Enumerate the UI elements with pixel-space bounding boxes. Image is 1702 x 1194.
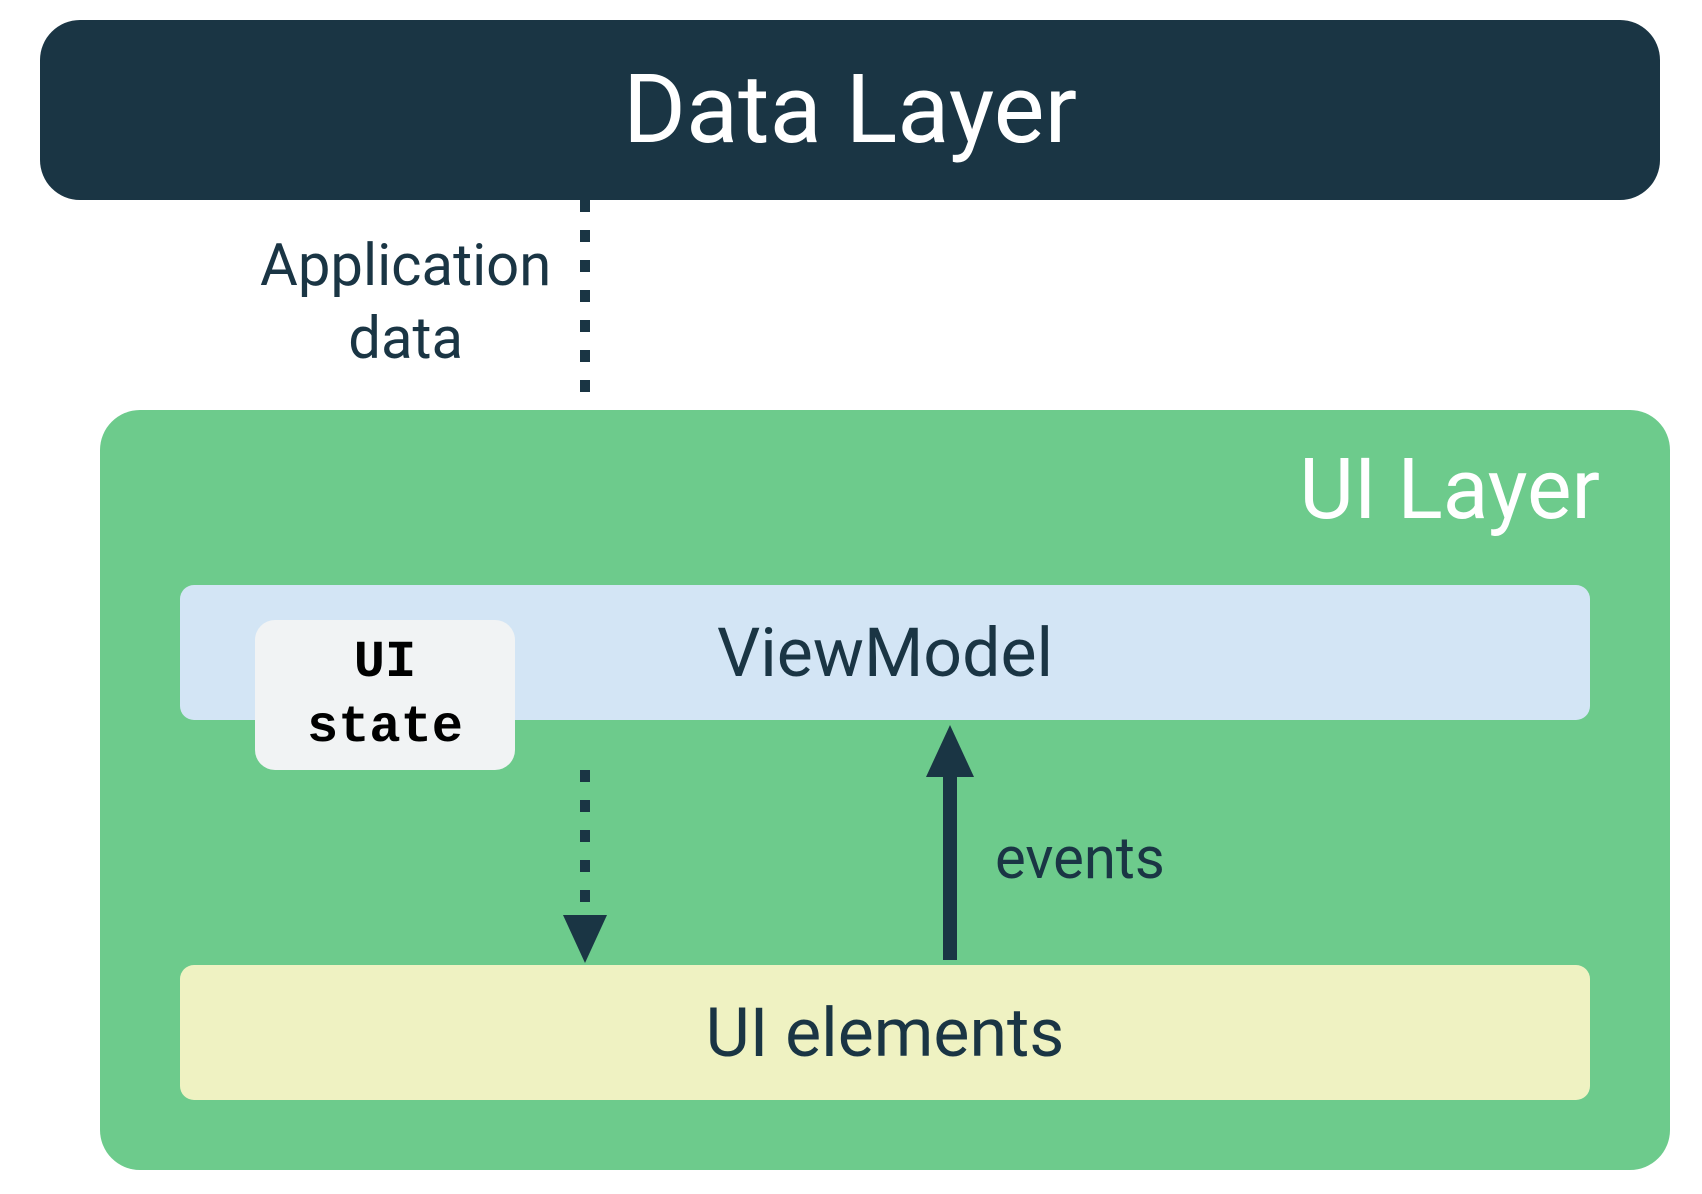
arrow-viewmodel-to-elements — [555, 770, 615, 965]
ui-state-box: UI state — [255, 620, 515, 770]
application-data-label: Application data — [260, 230, 551, 375]
ui-state-label: UI state — [307, 630, 463, 760]
arrow-elements-to-viewmodel — [920, 725, 980, 960]
events-label: events — [995, 825, 1165, 893]
ui-layer-box: UI Layer ViewModel UI state UI elements … — [100, 410, 1670, 1170]
ui-layer-label: UI Layer — [1299, 440, 1600, 539]
data-layer-label: Data Layer — [623, 54, 1077, 166]
ui-elements-label: UI elements — [706, 993, 1065, 1073]
data-layer-box: Data Layer — [40, 20, 1660, 200]
viewmodel-label: ViewModel — [717, 613, 1053, 693]
ui-elements-box: UI elements — [180, 965, 1590, 1100]
